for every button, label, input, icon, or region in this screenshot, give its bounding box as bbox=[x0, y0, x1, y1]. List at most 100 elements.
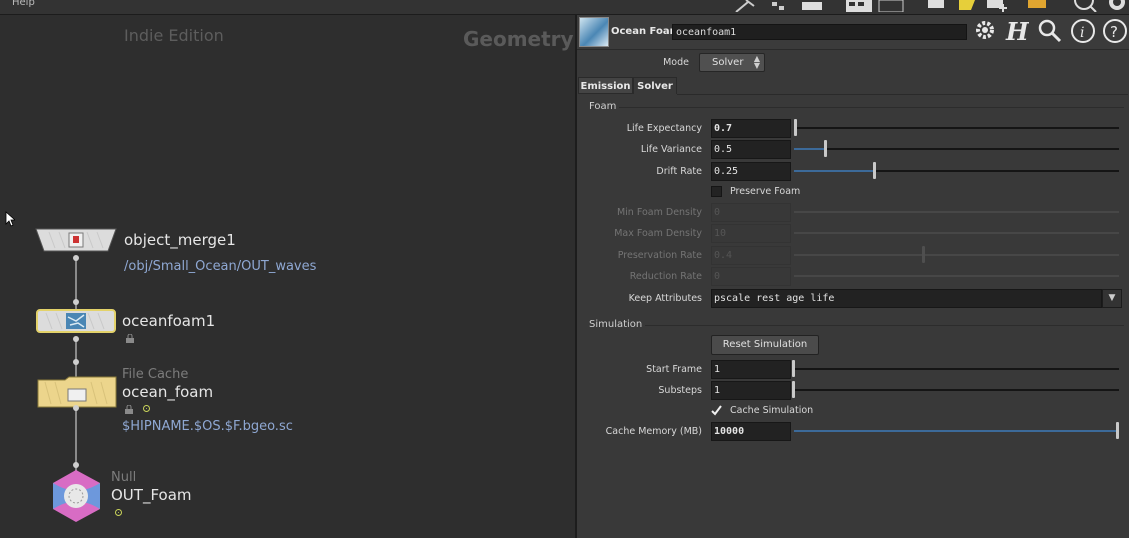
preservation-rate-slider-handle[interactable] bbox=[922, 246, 925, 263]
preserve-foam-checkbox[interactable] bbox=[711, 186, 722, 197]
tab-baseline bbox=[677, 94, 1128, 95]
grid-view-icon[interactable] bbox=[845, 0, 873, 12]
mode-value: Solver bbox=[712, 57, 744, 68]
max-foam-density-field[interactable]: 10 bbox=[711, 224, 791, 243]
life-expectancy-field[interactable]: 0.7 bbox=[711, 119, 791, 138]
start-frame-slider-track[interactable] bbox=[794, 368, 1119, 370]
object-merge-output-dot[interactable] bbox=[73, 255, 79, 261]
reduction-rate-label: Reduction Rate bbox=[629, 271, 702, 282]
start-frame-slider-handle[interactable] bbox=[792, 360, 795, 377]
life-expectancy-slider-handle[interactable] bbox=[794, 119, 797, 136]
help-menu[interactable]: Help bbox=[12, 0, 35, 8]
file-cache-input-dot[interactable] bbox=[73, 359, 79, 365]
gear-icon[interactable] bbox=[973, 18, 997, 42]
ocean-foam-icon bbox=[579, 17, 609, 47]
node-name-field[interactable]: oceanfoam1 bbox=[672, 24, 967, 40]
substeps-label: Substeps bbox=[658, 385, 702, 396]
file-cache-type: File Cache bbox=[122, 367, 189, 382]
simulation-section-label: Simulation bbox=[589, 319, 643, 330]
cache-simulation-label: Cache Simulation bbox=[730, 405, 814, 416]
file-cache-output-dot[interactable] bbox=[73, 405, 79, 411]
file-cache-node-icon[interactable] bbox=[37, 376, 117, 408]
foam-section-divider bbox=[619, 107, 1124, 108]
min-foam-density-label: Min Foam Density bbox=[616, 207, 702, 218]
drift-rate-field[interactable]: 0.25 bbox=[711, 162, 791, 181]
question-icon[interactable]: ? bbox=[1102, 18, 1128, 44]
svg-text:?: ? bbox=[1110, 23, 1118, 41]
display-flag-icon[interactable] bbox=[143, 405, 150, 412]
network-box-icon[interactable] bbox=[1027, 0, 1047, 12]
life-variance-field[interactable]: 0.5 bbox=[711, 140, 791, 159]
max-foam-density-label: Max Foam Density bbox=[614, 228, 702, 239]
object-merge-node-icon[interactable] bbox=[35, 228, 117, 252]
add-sticky-icon[interactable] bbox=[985, 0, 1007, 12]
substeps-slider-track[interactable] bbox=[794, 389, 1119, 391]
start-frame-label: Start Frame bbox=[646, 364, 702, 375]
tab-solver[interactable]: Solver bbox=[633, 77, 677, 94]
zoom-icon[interactable] bbox=[1072, 0, 1098, 12]
drift-rate-slider-fill bbox=[794, 170, 874, 172]
min-foam-density-slider-track[interactable] bbox=[794, 211, 1119, 213]
reduction-rate-slider-track[interactable] bbox=[794, 275, 1119, 277]
preservation-rate-slider-track[interactable] bbox=[794, 254, 1119, 256]
cache-simulation-checkbox[interactable] bbox=[711, 405, 722, 416]
drift-rate-slider-handle[interactable] bbox=[873, 162, 876, 179]
note-icon[interactable] bbox=[957, 0, 979, 12]
reset-simulation-button[interactable]: Reset Simulation bbox=[711, 335, 819, 355]
oceanfoam-output-dot[interactable] bbox=[73, 336, 79, 342]
min-foam-density-field[interactable]: 0 bbox=[711, 203, 791, 222]
null-node-icon[interactable] bbox=[49, 468, 104, 524]
keep-attributes-field[interactable]: pscale rest age life bbox=[711, 289, 1102, 308]
mode-select[interactable]: Solver ▲ ▼ bbox=[699, 53, 765, 72]
lock-icon[interactable] bbox=[125, 405, 133, 414]
checkmark-icon bbox=[711, 405, 722, 416]
top-toolbar: Help bbox=[0, 0, 1129, 15]
help-h-icon[interactable]: H bbox=[1003, 18, 1029, 44]
updown-arrow-icon: ▲ ▼ bbox=[753, 54, 760, 70]
oceanfoam-name: oceanfoam1 bbox=[122, 312, 216, 330]
display-flag-icon[interactable] bbox=[115, 509, 122, 516]
cache-memory-field[interactable]: 10000 bbox=[711, 422, 791, 441]
life-variance-slider-fill bbox=[794, 148, 825, 150]
life-variance-slider-handle[interactable] bbox=[824, 140, 827, 157]
search-icon[interactable] bbox=[1037, 18, 1063, 44]
life-expectancy-slider-track[interactable] bbox=[794, 127, 1119, 129]
edition-watermark: Indie Edition bbox=[124, 26, 224, 45]
tab-emission[interactable]: Emission bbox=[578, 77, 633, 94]
list-view-icon[interactable] bbox=[878, 0, 904, 12]
start-frame-field[interactable]: 1 bbox=[711, 360, 791, 379]
svg-text:i: i bbox=[1080, 25, 1084, 41]
mouse-cursor-icon bbox=[5, 211, 15, 227]
preservation-rate-field[interactable]: 0.4 bbox=[711, 246, 791, 265]
panel-icon[interactable] bbox=[800, 0, 824, 12]
wire-foam-to-cache bbox=[75, 338, 77, 378]
mode-label: Mode bbox=[663, 57, 689, 68]
life-variance-slider-track[interactable] bbox=[794, 148, 1119, 150]
parameter-header: Ocean Foam oceanfoam1 H i ? bbox=[577, 15, 1129, 50]
keep-attributes-dropdown-icon[interactable]: ▼ bbox=[1102, 289, 1122, 308]
substeps-field[interactable]: 1 bbox=[711, 381, 791, 400]
eye-icon[interactable] bbox=[1106, 0, 1128, 12]
simulation-section-divider bbox=[645, 325, 1124, 326]
hammer-icon[interactable] bbox=[732, 0, 760, 12]
node-type-label: Ocean Foam bbox=[611, 26, 681, 37]
cache-memory-slider-fill bbox=[794, 430, 1116, 432]
life-expectancy-label: Life Expectancy bbox=[626, 123, 702, 134]
null-type: Null bbox=[111, 470, 137, 485]
max-foam-density-slider-track[interactable] bbox=[794, 232, 1119, 234]
substeps-slider-handle[interactable] bbox=[792, 381, 795, 398]
oceanfoam-node-icon[interactable] bbox=[36, 309, 116, 333]
preserve-foam-label: Preserve Foam bbox=[730, 186, 801, 197]
display-icon[interactable] bbox=[926, 0, 946, 12]
svg-text:H: H bbox=[1005, 18, 1029, 44]
reduction-rate-field[interactable]: 0 bbox=[711, 267, 791, 286]
object-merge-path: /obj/Small_Ocean/OUT_waves bbox=[124, 259, 317, 274]
oceanfoam-input-dot[interactable] bbox=[73, 299, 79, 305]
info-icon[interactable]: i bbox=[1070, 18, 1096, 44]
cache-memory-slider-handle[interactable] bbox=[1116, 422, 1119, 439]
cache-memory-label: Cache Memory (MB) bbox=[605, 426, 702, 437]
lock-icon[interactable] bbox=[126, 334, 134, 343]
layout-icon[interactable] bbox=[770, 0, 788, 12]
drift-rate-label: Drift Rate bbox=[656, 166, 702, 177]
network-editor[interactable]: Indie Edition Geometry object_merge1 /ob… bbox=[0, 15, 575, 538]
